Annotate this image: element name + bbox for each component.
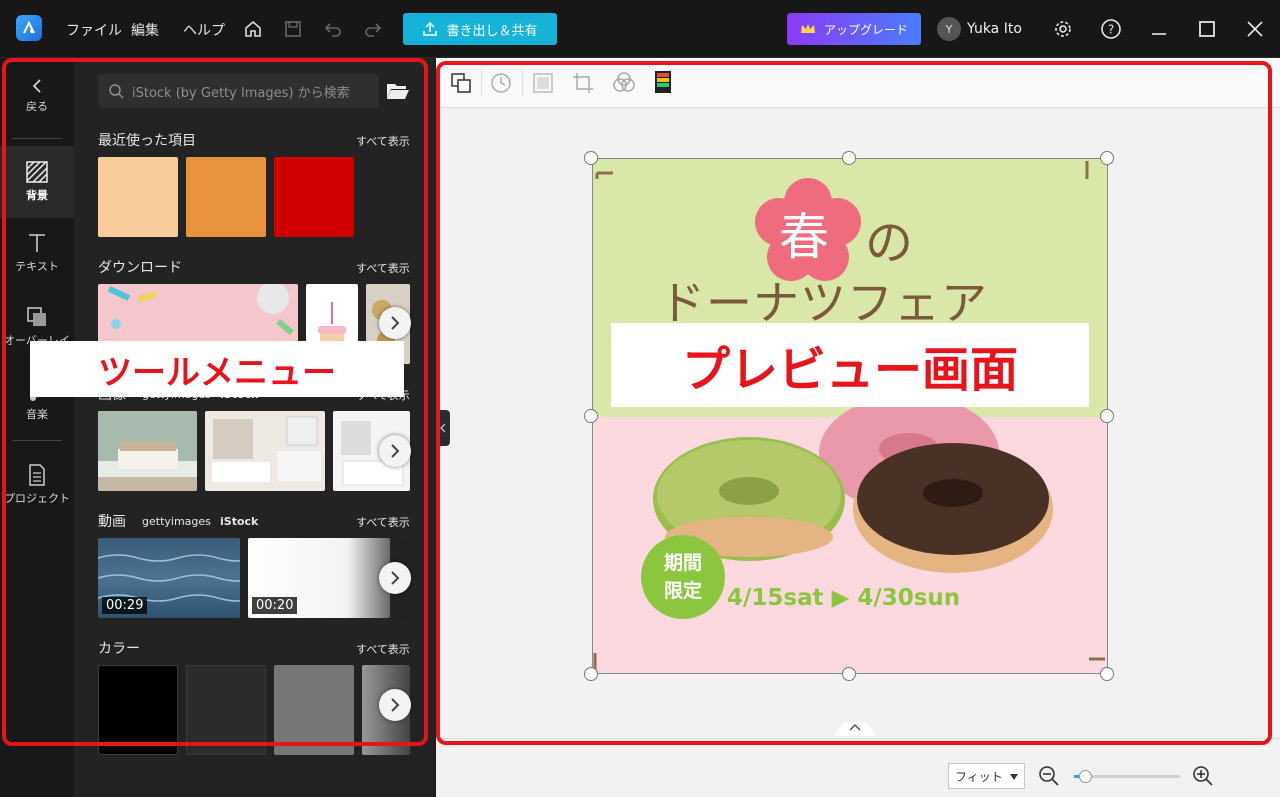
menu-file[interactable]: ファイル	[66, 20, 122, 40]
upgrade-button[interactable]: アップグレード	[787, 13, 921, 45]
zoom-bar: フィット	[436, 738, 1280, 797]
app-logo-icon	[16, 15, 42, 41]
zoom-mode-select[interactable]: フィット	[948, 763, 1025, 789]
help-icon[interactable]: ?	[1099, 17, 1123, 41]
menu-edit[interactable]: 編集	[131, 20, 159, 40]
zoom-slider-thumb[interactable]	[1078, 770, 1092, 783]
minimize-icon[interactable]	[1147, 17, 1171, 41]
undo-icon[interactable]	[321, 17, 345, 41]
svg-text:?: ?	[1108, 23, 1114, 37]
close-icon[interactable]	[1243, 17, 1267, 41]
redo-icon[interactable]	[361, 17, 385, 41]
tool-menu-callout: ツールメニュー	[30, 341, 404, 397]
save-icon[interactable]	[281, 17, 305, 41]
zoom-mode-value: フィット	[955, 769, 1003, 784]
chevron-down-icon	[1010, 774, 1018, 780]
title-bar: ファイル 編集 ヘルプ 書き出し＆共有 アップグレード Y Yuka Ito ?	[0, 0, 1280, 58]
zoom-slider-track[interactable]	[1074, 770, 1180, 783]
username[interactable]: Yuka Ito	[967, 21, 1022, 37]
export-share-label: 書き出し＆共有	[446, 23, 538, 39]
maximize-icon[interactable]	[1195, 17, 1219, 41]
home-icon[interactable]	[241, 17, 265, 41]
tool-menu-highlight	[2, 58, 428, 746]
upload-icon	[423, 21, 438, 36]
gear-icon[interactable]	[1051, 17, 1075, 41]
app-window: ファイル 編集 ヘルプ 書き出し＆共有 アップグレード Y Yuka Ito ?	[0, 0, 1280, 797]
menu-help[interactable]: ヘルプ	[183, 20, 225, 40]
crown-icon	[800, 24, 815, 33]
zoom-out-icon[interactable]	[1038, 765, 1060, 787]
preview-callout: プレビュー画面	[611, 323, 1089, 407]
upgrade-label: アップグレード	[823, 22, 908, 37]
export-share-button[interactable]: 書き出し＆共有	[403, 13, 557, 45]
zoom-in-icon[interactable]	[1192, 765, 1214, 787]
avatar[interactable]: Y	[937, 17, 961, 41]
